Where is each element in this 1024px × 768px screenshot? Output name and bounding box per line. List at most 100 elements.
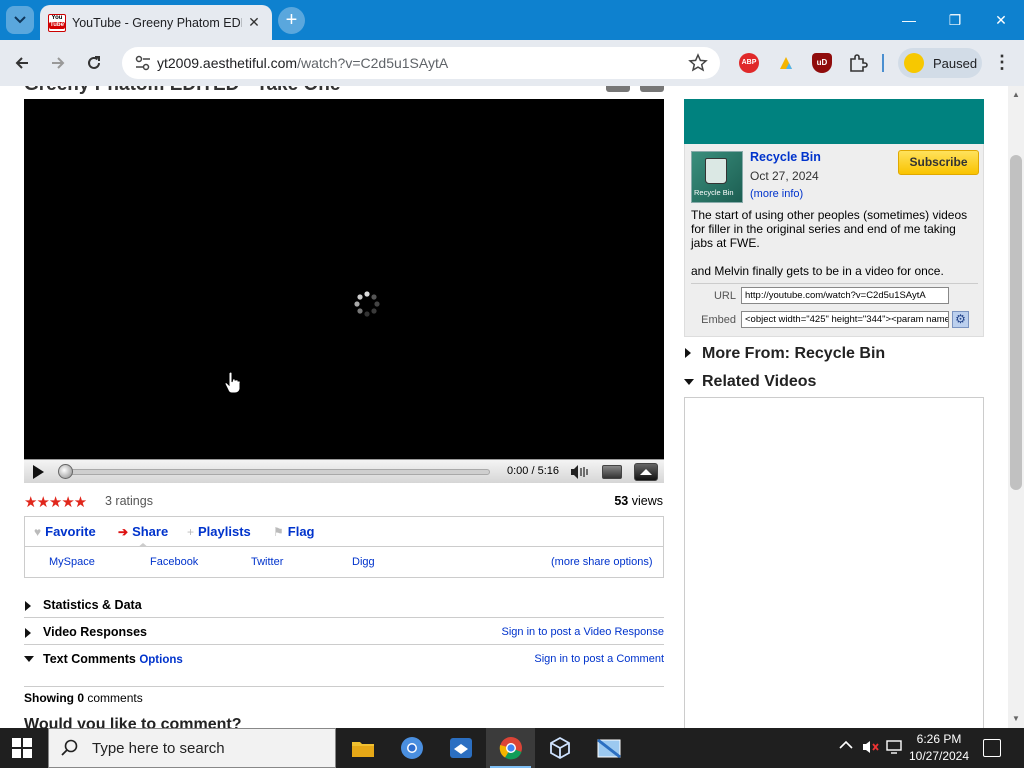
close-window-icon[interactable]: ✕ [978,0,1024,40]
volume-muted-icon[interactable] [862,740,880,754]
hand-cursor-icon [224,371,242,395]
url-text[interactable]: yt2009.aesthetiful.com/watch?v=C2d5u1SAy… [157,55,448,71]
taskbar-search-box[interactable]: Type here to search [48,728,336,768]
file-explorer-taskbar-icon[interactable] [338,728,387,768]
subscribe-button[interactable]: Subscribe [898,150,979,175]
browser-tab-active[interactable]: You Tube YouTube - Greeny Phatom EDITED … [40,5,272,40]
browser-menu-icon[interactable]: ⋮ [992,52,1012,74]
scroll-up-icon[interactable]: ▲ [1010,90,1022,100]
chevron-up-icon[interactable] [839,740,853,750]
new-tab-button[interactable]: + [278,7,305,34]
more-from-label: More From: Recycle Bin [702,345,886,362]
channel-name-link[interactable]: Recycle Bin [750,150,821,164]
share-button[interactable]: ➔ Share [118,524,168,539]
embed-field-label: Embed [701,314,736,326]
volume-icon[interactable] [569,464,589,480]
playlists-label: Playlists [198,524,251,539]
minimize-window-icon[interactable]: — [886,0,932,40]
more-share-options-link[interactable]: (more share options) [551,556,653,568]
text-comments-section[interactable]: Text Comments Options Sign in to post a … [24,645,664,672]
seek-handle[interactable] [58,464,73,479]
app-window-taskbar-icon[interactable] [584,728,633,768]
extensions-puzzle-icon[interactable] [848,53,868,73]
video-responses-section[interactable]: Video Responses Sign in to post a Video … [24,618,664,645]
favicon-you-text: You [51,14,63,21]
playlists-button[interactable]: + Playlists [187,524,251,539]
app-taskbar-icon[interactable] [436,728,485,768]
comment-prompt-heading: Would you like to comment? [24,716,242,728]
showing-prefix: Showing [24,691,78,705]
adblock-plus-icon[interactable]: ABP [739,53,759,73]
favorite-button[interactable]: ♥ Favorite [34,524,96,539]
ratings-count: 3 ratings [105,494,153,508]
extension-puzzle-color-icon[interactable] [776,53,796,73]
post-comment-link[interactable]: Sign in to post a Comment [534,653,664,665]
video-responses-label: Video Responses [43,625,147,639]
post-video-response-link[interactable]: Sign in to post a Video Response [502,626,664,638]
triangle-right-icon [25,628,31,638]
screen-size-icon[interactable] [602,465,622,479]
play-icon[interactable] [30,464,46,480]
more-from-toggle[interactable]: More From: Recycle Bin [684,345,885,363]
recycle-bin-icon [705,158,727,184]
scroll-down-icon[interactable]: ▼ [1010,714,1022,724]
profile-button[interactable]: Paused [898,48,982,78]
chevron-down-icon [14,16,26,24]
statistics-section[interactable]: Statistics & Data [24,591,664,618]
comment-options-link[interactable]: Options [139,654,182,666]
plus-icon: + [187,525,195,539]
video-player[interactable] [24,99,664,459]
tab-search-button[interactable] [6,6,34,34]
notifications-icon[interactable] [983,739,1001,757]
back-button[interactable] [8,49,36,77]
showing-suffix: comments [84,691,143,705]
bookmark-star-icon[interactable] [688,53,708,73]
related-videos-toggle[interactable]: Related Videos [684,373,816,391]
virtualbox-taskbar-icon[interactable] [535,728,584,768]
share-twitter-link[interactable]: Twitter [251,556,283,568]
restore-window-icon[interactable]: ❐ [932,0,978,40]
description-paragraph: and Melvin finally gets to be in a video… [691,264,944,278]
windows-start-icon[interactable] [12,738,32,758]
rating-stars[interactable]: ★★★★★ [24,493,87,511]
triangle-down-icon [684,378,702,386]
title-action-button[interactable] [640,86,664,92]
related-videos-list [684,397,984,728]
share-facebook-link[interactable]: Facebook [150,556,198,568]
reload-icon [88,56,100,69]
video-url-field[interactable] [741,287,949,304]
video-description: The start of using other peoples (someti… [691,208,976,292]
player-controls: 0:00 / 5:16 [24,459,664,483]
seek-bar[interactable] [64,469,490,475]
channel-avatar-caption: Recycle Bin [694,188,734,197]
title-action-button[interactable] [606,86,630,92]
site-settings-icon[interactable] [134,54,152,72]
flag-button[interactable]: ⚑ Flag [273,524,315,539]
reload-button[interactable] [80,49,108,77]
channel-avatar[interactable]: Recycle Bin [691,151,743,203]
text-comments-label: Text Comments [43,652,136,666]
triangle-right-icon [684,348,702,358]
more-info-link[interactable]: (more info) [750,188,803,200]
close-tab-icon[interactable]: ✕ [246,14,262,30]
favicon-tube-text: Tube [49,21,65,29]
chrome-taskbar-icon[interactable] [486,728,535,768]
taskbar-clock[interactable]: 6:26 PM 10/27/2024 [898,731,980,765]
gear-icon[interactable]: ⚙ [952,311,969,328]
divider [24,686,664,687]
scrollbar-thumb[interactable] [1010,155,1022,490]
avatar [904,53,924,73]
share-myspace-link[interactable]: MySpace [49,556,95,568]
arrow-right-icon [52,57,65,69]
toolbar-divider [882,54,884,72]
loading-spinner-icon [352,289,382,319]
url-path: /watch?v=C2d5u1SAytA [297,55,449,71]
chromium-taskbar-icon[interactable] [387,728,436,768]
forward-button[interactable] [44,49,72,77]
share-digg-link[interactable]: Digg [352,556,375,568]
embed-code-field[interactable] [741,311,949,328]
upload-date: Oct 27, 2024 [750,169,819,183]
share-arrow-icon: ➔ [118,525,129,539]
fullscreen-icon[interactable] [634,463,658,481]
ublock-origin-icon[interactable]: uD [812,53,832,73]
